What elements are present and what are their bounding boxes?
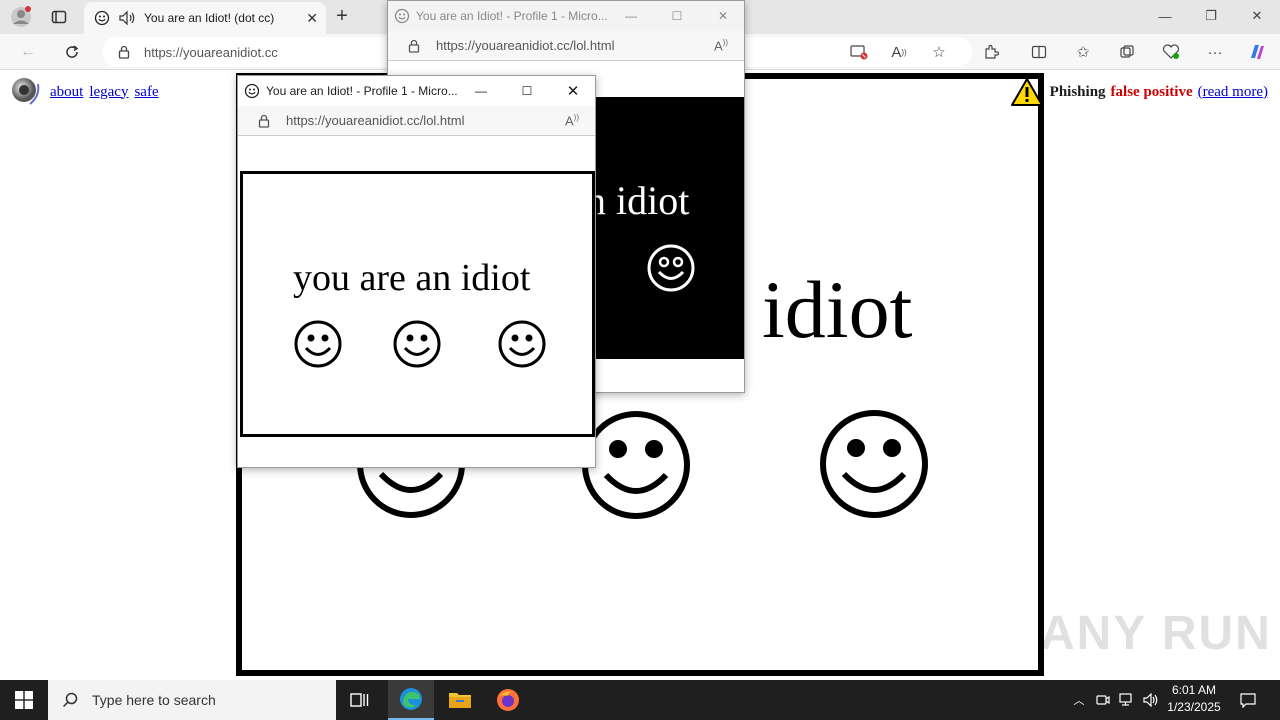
clock-time: 6:01 AM — [1171, 683, 1217, 697]
top-nav: about legacy safe — [10, 76, 165, 108]
new-tab-button[interactable]: + — [330, 4, 354, 28]
clock-date: 1/23/2025 — [1167, 700, 1221, 714]
anyrun-watermark: ANY RUN — [1040, 607, 1272, 660]
speaker-audio-icon[interactable] — [118, 10, 136, 26]
read-aloud-icon[interactable]: A)) — [888, 41, 910, 63]
popup-idiot-text: you are an idiot — [293, 257, 531, 299]
task-view-icon[interactable] — [340, 680, 380, 720]
extensions-icon[interactable] — [980, 41, 1002, 63]
phishing-notice: Phishing false positive (read more) — [1010, 77, 1268, 107]
close-window-button[interactable]: ✕ — [1234, 0, 1280, 32]
taskbar-clock[interactable]: 6:01 AM 1/23/2025 — [1160, 682, 1228, 716]
popup-maximize-button[interactable]: ☐ — [654, 1, 700, 31]
popup-address-bar[interactable]: https://youareanidiot.cc/lol.html A)) — [238, 106, 595, 136]
smiley-face-icon — [498, 320, 546, 368]
edge-taskbar-icon[interactable] — [388, 680, 434, 720]
false-positive-label: false positive — [1110, 83, 1193, 100]
favorites-icon[interactable]: ✩ — [1072, 41, 1094, 63]
speaker-logo-icon — [12, 78, 40, 105]
popup-close-button[interactable]: ✕ — [550, 76, 595, 106]
phishing-label: Phishing — [1049, 83, 1106, 100]
popup-idiot-text: n idiot — [586, 178, 690, 223]
popup-maximize-button[interactable]: ☐ — [504, 76, 550, 106]
smiley-favicon-icon — [244, 83, 260, 99]
popup-window-front[interactable]: You are an Idiot! - Profile 1 - Micro...… — [237, 75, 596, 468]
smiley-face-icon — [820, 410, 928, 518]
warning-icon — [1010, 78, 1043, 106]
minimize-button[interactable]: — — [1142, 0, 1188, 32]
about-link[interactable]: about — [50, 84, 83, 101]
show-hidden-icons-chevron[interactable]: ︿ — [1068, 680, 1090, 720]
collections-icon[interactable] — [1116, 41, 1138, 63]
refresh-icon[interactable] — [60, 40, 84, 64]
lock-icon — [258, 114, 270, 128]
smiley-favicon-icon — [94, 10, 110, 26]
read-aloud-icon[interactable]: A)) — [714, 38, 728, 53]
taskbar: Type here to search ︿ 6:01 AM 1/23/2025 — [0, 680, 1280, 720]
notification-icon[interactable] — [1236, 680, 1260, 720]
firefox-icon[interactable] — [486, 680, 530, 720]
tab-title: You are an Idiot! (dot cc) — [144, 11, 275, 25]
popup-url: https://youareanidiot.cc/lol.html — [286, 113, 465, 128]
popup-minimize-button[interactable]: — — [458, 76, 504, 106]
popup-title: You are an Idiot! - Profile 1 - Micro... — [266, 84, 458, 98]
big-idiot-text: idiot — [762, 264, 913, 355]
tab-actions-icon[interactable] — [46, 4, 72, 30]
tab-active[interactable]: You are an Idiot! (dot cc) ✕ — [84, 2, 326, 34]
windows-start-icon[interactable] — [0, 680, 48, 720]
popup-minimize-button[interactable]: — — [608, 1, 654, 31]
taskbar-search-box[interactable]: Type here to search — [48, 680, 336, 720]
smiley-face-icon — [647, 244, 695, 292]
search-icon — [62, 692, 78, 708]
browser-essentials-icon[interactable] — [1160, 41, 1182, 63]
popup-title: You are an Idiot! - Profile 1 - Micro... — [416, 9, 608, 23]
lock-icon[interactable] — [118, 45, 130, 59]
smiley-favicon-icon — [394, 8, 410, 24]
popup-url: https://youareanidiot.cc/lol.html — [436, 38, 615, 53]
popup-titlebar[interactable]: You are an Idiot! - Profile 1 - Micro...… — [238, 76, 595, 106]
volume-icon[interactable] — [1140, 680, 1162, 720]
tab-close-icon[interactable]: ✕ — [306, 10, 318, 27]
restore-button[interactable]: ❐ — [1188, 0, 1234, 32]
search-placeholder: Type here to search — [92, 692, 216, 708]
popup-titlebar[interactable]: You are an Idiot! - Profile 1 - Micro...… — [388, 1, 744, 31]
popup-blocked-icon[interactable] — [848, 41, 870, 63]
popup-address-bar[interactable]: https://youareanidiot.cc/lol.html A)) — [388, 31, 744, 61]
file-explorer-icon[interactable] — [438, 680, 482, 720]
more-menu-icon[interactable]: ··· — [1204, 41, 1226, 63]
split-screen-icon[interactable] — [1028, 41, 1050, 63]
popup-close-button[interactable]: ✕ — [700, 1, 744, 31]
smiley-face-icon — [294, 320, 342, 368]
back-icon[interactable]: ← — [16, 40, 40, 64]
meet-now-icon[interactable] — [1092, 680, 1114, 720]
profile-avatar[interactable] — [8, 4, 34, 30]
copilot-icon[interactable] — [1246, 41, 1268, 63]
legacy-link[interactable]: legacy — [89, 84, 128, 101]
popup-white-panel: you are an idiot — [240, 171, 595, 437]
network-icon[interactable] — [1116, 680, 1138, 720]
smiley-face-icon — [393, 320, 441, 368]
favorite-star-icon[interactable]: ☆ — [928, 41, 950, 63]
lock-icon — [408, 39, 420, 53]
read-aloud-icon[interactable]: A)) — [565, 113, 579, 128]
safe-link[interactable]: safe — [134, 84, 158, 101]
smiley-face-icon — [582, 411, 690, 519]
url-text[interactable]: https://youareanidiot.cc — [144, 45, 278, 60]
read-more-link[interactable]: (read more) — [1198, 84, 1268, 101]
